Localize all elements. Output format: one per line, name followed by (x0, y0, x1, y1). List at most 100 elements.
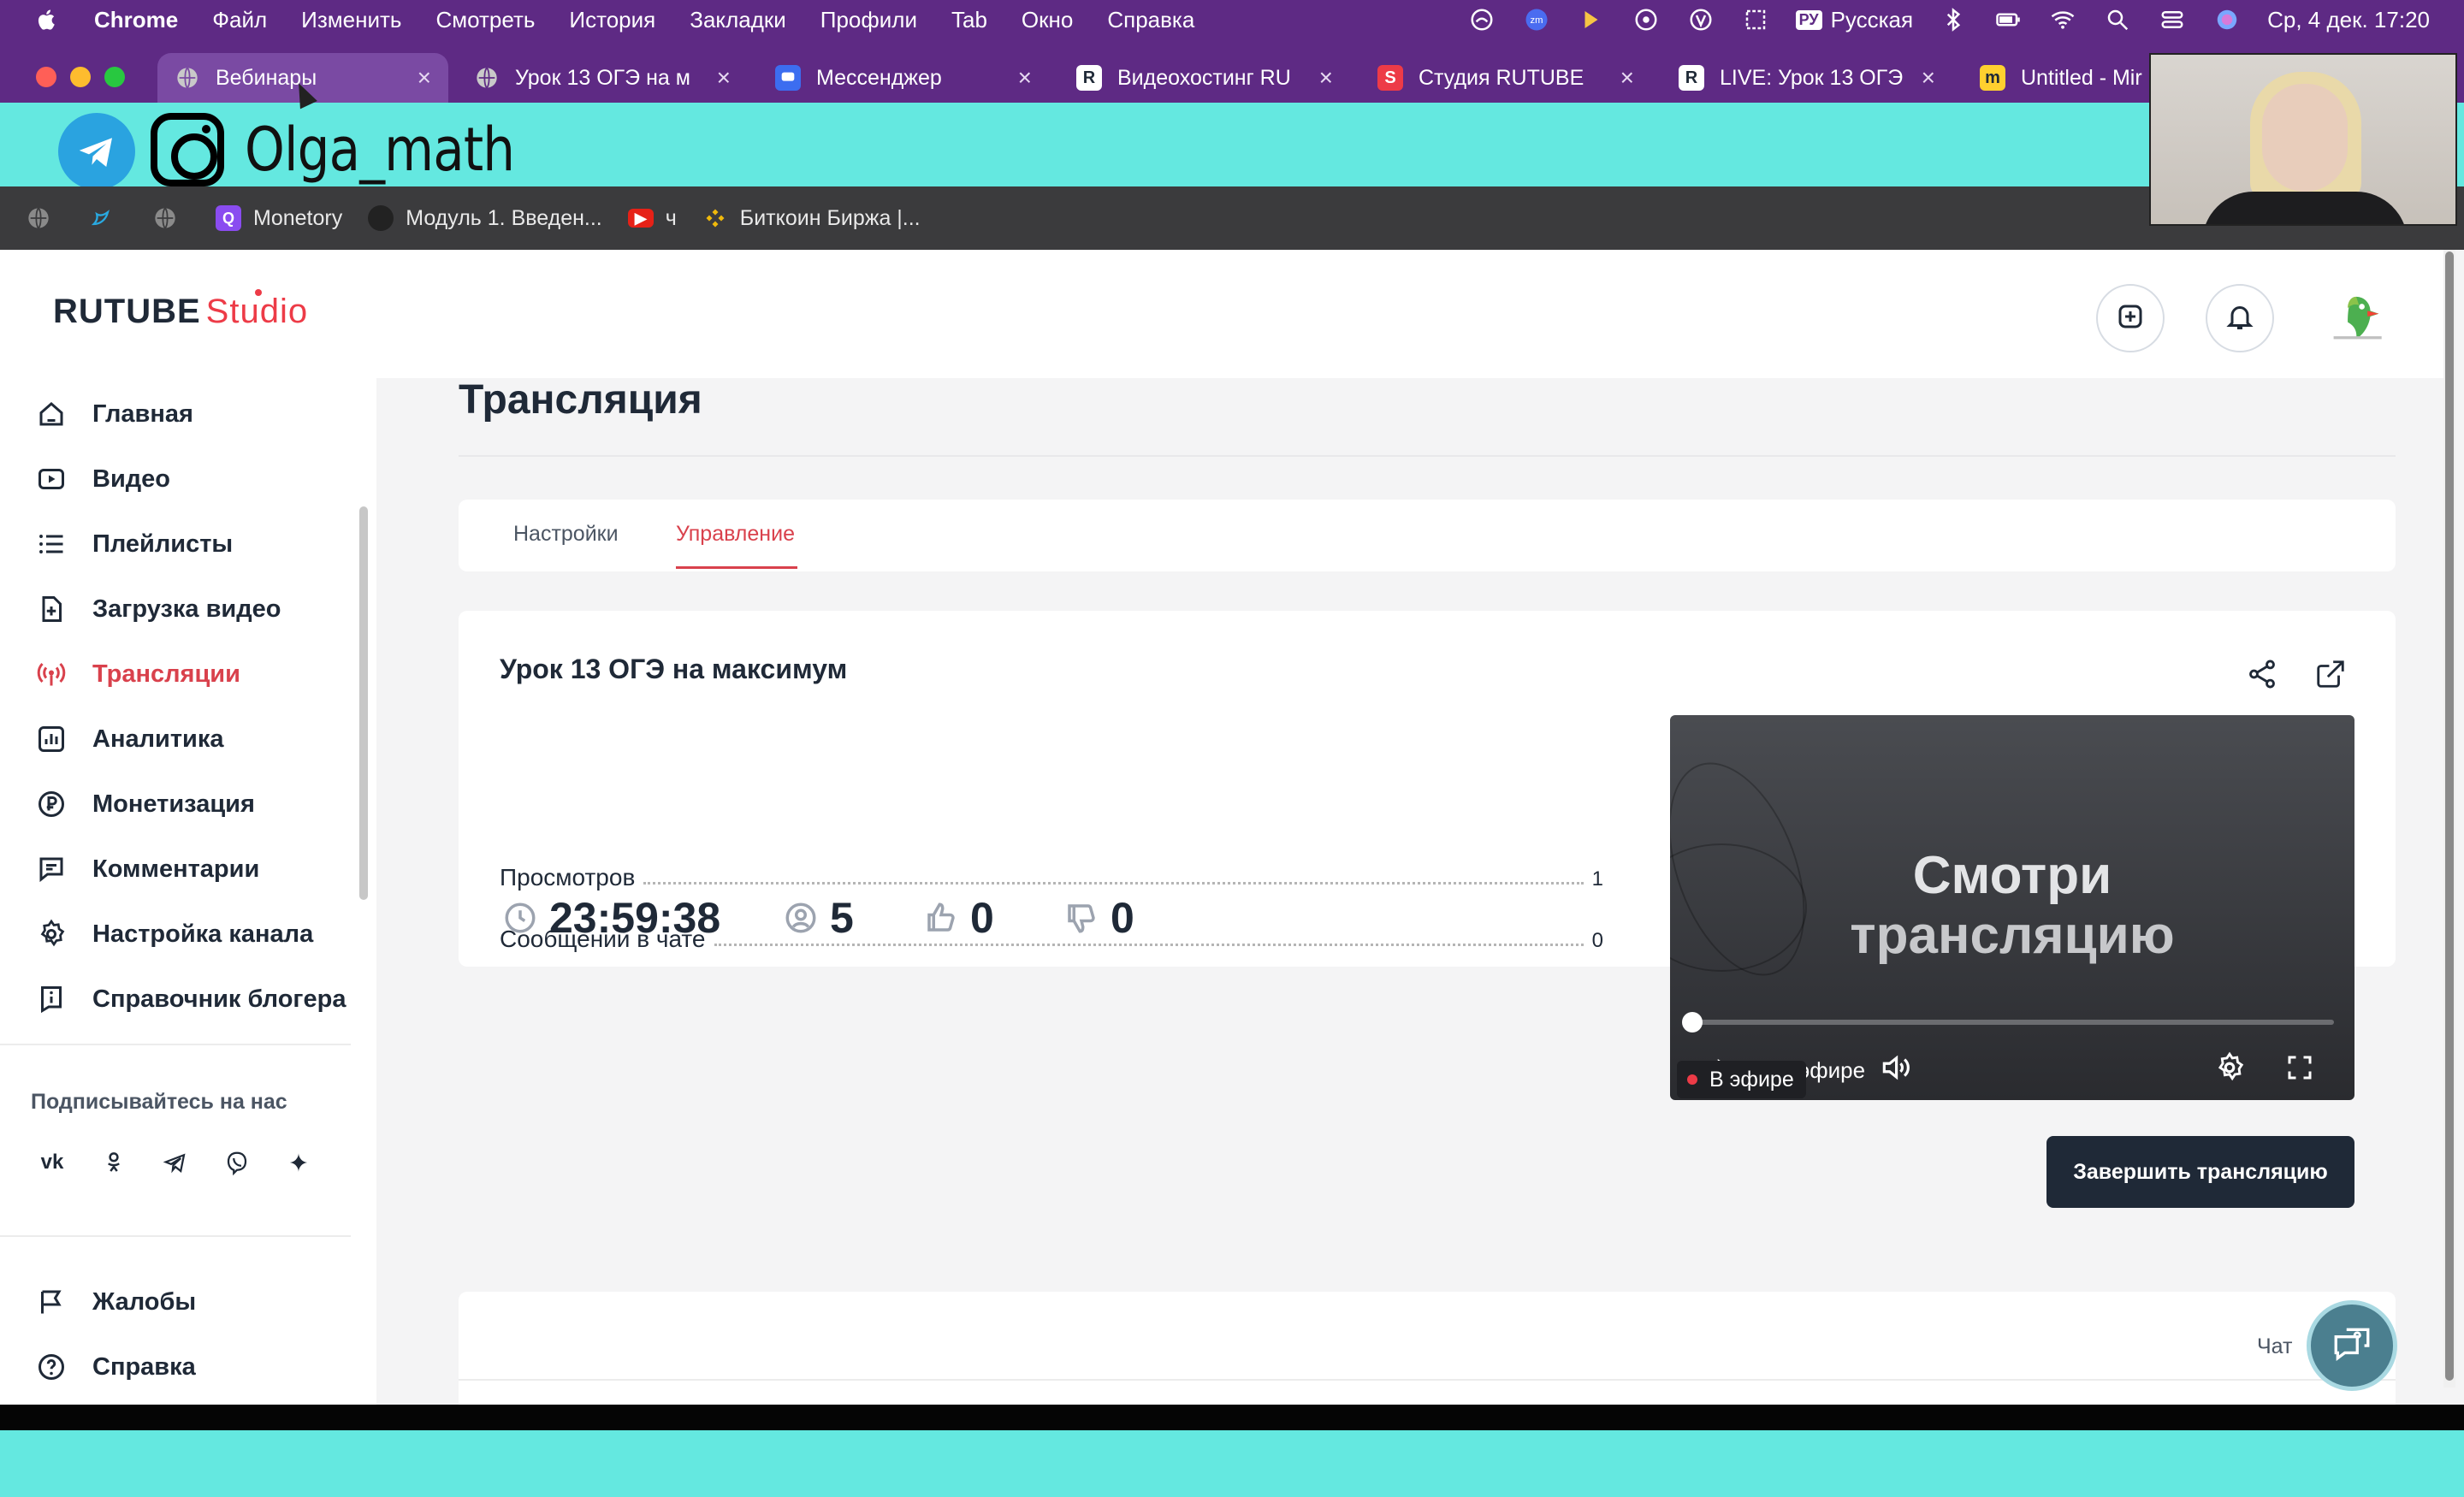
sidebar-item-channel-settings[interactable]: Настройка канала (0, 907, 351, 962)
sidebar-item-home[interactable]: Главная (0, 387, 351, 441)
screenshot-icon[interactable] (1741, 7, 1770, 33)
tab-live-lesson[interactable]: R LIVE: Урок 13 ОГЭ × (1661, 53, 1952, 103)
tab-messenger[interactable]: Мессенджер × (758, 53, 1049, 103)
sidebar-divider (0, 1044, 351, 1045)
menu-profiles[interactable]: Профили (820, 7, 917, 33)
sidebar-item-comments[interactable]: Комментарии (0, 842, 351, 896)
page-scrollbar[interactable] (2443, 250, 2455, 1388)
share-icon[interactable] (2243, 655, 2281, 693)
control-center-icon[interactable] (2158, 7, 2187, 33)
clock-icon (501, 899, 539, 937)
stream-preview-player[interactable]: Смотри трансляцию эфире В эфире (1670, 715, 2354, 1100)
sidebar-item-analytics[interactable]: Аналитика (0, 712, 351, 766)
home-icon (34, 397, 68, 431)
page-scroll-thumb[interactable] (2445, 251, 2454, 1381)
menu-bookmarks[interactable]: Закладки (690, 7, 786, 33)
dzen-icon[interactable] (274, 1138, 323, 1187)
broadcast-icon (34, 657, 68, 691)
vk-icon[interactable]: vk (27, 1138, 77, 1187)
end-broadcast-button[interactable]: Завершить трансляцию (2046, 1136, 2354, 1208)
bookmark-module[interactable]: Модуль 1. Введен... (368, 205, 602, 231)
chrome-helper-icon[interactable] (1467, 7, 1496, 33)
bookmark-globe[interactable] (26, 205, 63, 231)
rutube-icon: R (1679, 65, 1704, 91)
play-flag-icon[interactable] (1577, 7, 1606, 33)
siri-icon[interactable] (2212, 7, 2242, 33)
tab-close-icon[interactable]: × (1922, 64, 1935, 92)
bookmark-youtube[interactable]: ▶ ч (627, 206, 677, 231)
bookmark-monetory[interactable]: Q Monetory (216, 205, 342, 231)
avatar[interactable] (2322, 284, 2390, 352)
player-progress-knob[interactable] (1682, 1012, 1703, 1033)
tab-close-icon[interactable]: × (1620, 64, 1634, 92)
bookmark-globe-2[interactable] (152, 205, 190, 231)
sidebar-item-upload[interactable]: Загрузка видео (0, 582, 351, 636)
loop-icon[interactable] (1632, 7, 1661, 33)
player-settings-icon[interactable] (2211, 1049, 2248, 1086)
stat-views: Просмотров 1 (500, 857, 1603, 891)
menu-edit[interactable]: Изменить (301, 7, 401, 33)
menu-file[interactable]: Файл (212, 7, 267, 33)
create-button[interactable] (2096, 284, 2165, 352)
support-chat-button[interactable] (2307, 1300, 2397, 1391)
tab-settings[interactable]: Настройки (513, 522, 619, 547)
battery-icon[interactable] (1993, 7, 2023, 33)
tab-rutube-studio[interactable]: S Студия RUTUBE × (1360, 53, 1651, 103)
tab-lesson[interactable]: Урок 13 ОГЭ на м × (457, 53, 748, 103)
ok-icon[interactable] (89, 1138, 139, 1187)
sidebar-item-complaints[interactable]: Жалобы (0, 1275, 351, 1329)
menu-help[interactable]: Справка (1107, 7, 1194, 33)
tab-rutube-hosting[interactable]: R Видеохостинг RU × (1059, 53, 1350, 103)
apple-icon[interactable] (34, 7, 60, 33)
sidebar-item-broadcasts[interactable]: Трансляции (0, 647, 351, 701)
stream-duration: 23:59:38 (501, 893, 720, 943)
playlist-icon (34, 527, 68, 561)
vpn-icon[interactable] (1686, 7, 1715, 33)
bookmark-binance[interactable]: Биткоин Биржа |... (702, 205, 921, 231)
menu-tab[interactable]: Tab (951, 7, 987, 33)
tab-close-icon[interactable]: × (1018, 64, 1032, 92)
viber-icon[interactable] (212, 1138, 262, 1187)
window-close-button[interactable] (36, 67, 56, 87)
tab-close-icon[interactable]: × (717, 64, 731, 92)
window-minimize-button[interactable] (70, 67, 91, 87)
telegram-social-icon[interactable] (151, 1138, 200, 1187)
zoom-icon[interactable]: zm (1522, 7, 1551, 33)
menu-clock[interactable]: Ср, 4 дек. 17:20 (2267, 7, 2430, 33)
notifications-button[interactable] (2206, 284, 2274, 352)
external-link-icon[interactable] (2312, 655, 2349, 693)
sidebar-item-blogger-guide[interactable]: Справочник блогера (0, 972, 351, 1027)
player-progress-bar[interactable] (1691, 1020, 2334, 1025)
sidebar-divider (0, 1235, 351, 1237)
bell-icon (2224, 301, 2255, 336)
menu-app-name[interactable]: Chrome (94, 7, 178, 33)
messenger-icon (775, 65, 801, 91)
tab-close-icon[interactable]: × (1319, 64, 1333, 92)
sidebar-item-monetization[interactable]: Монетизация (0, 777, 351, 831)
sidebar-item-help[interactable]: Справка (0, 1340, 351, 1394)
sidebar-item-video[interactable]: Видео (0, 452, 351, 506)
volume-icon[interactable] (1874, 1049, 1916, 1086)
fullscreen-icon[interactable] (2281, 1049, 2319, 1086)
sidebar-item-playlists[interactable]: Плейлисты (0, 517, 351, 571)
tab-management[interactable]: Управление (676, 522, 795, 547)
spotlight-search-icon[interactable] (2103, 7, 2132, 33)
tab-close-icon[interactable]: × (418, 64, 431, 92)
rutube-studio-logo[interactable]: RUTUBE Studio (53, 289, 309, 331)
chat-label[interactable]: Чат (2257, 1334, 2292, 1359)
window-zoom-button[interactable] (104, 67, 125, 87)
input-language[interactable]: РУ Русская (1795, 7, 1913, 33)
bluetooth-icon[interactable] (1939, 7, 1968, 33)
studio-page: RUTUBE Studio Главная Видео Плейлисты За… (0, 250, 2464, 1405)
sidebar-item-label: Видео (92, 464, 171, 493)
menu-view[interactable]: Смотреть (435, 7, 535, 33)
wifi-icon[interactable] (2048, 7, 2077, 33)
logo-sub: Studio (205, 293, 309, 330)
bookmark-bird[interactable] (89, 205, 127, 231)
menu-history[interactable]: История (569, 7, 655, 33)
menu-window[interactable]: Окно (1022, 7, 1073, 33)
browser-tab-strip: Вебинары × Урок 13 ОГЭ на м × Мессенджер… (0, 39, 2464, 103)
parrot-icon (2328, 288, 2384, 349)
sidebar-scroll-thumb[interactable] (359, 506, 368, 900)
sidebar-scrollbar[interactable] (358, 378, 370, 1165)
